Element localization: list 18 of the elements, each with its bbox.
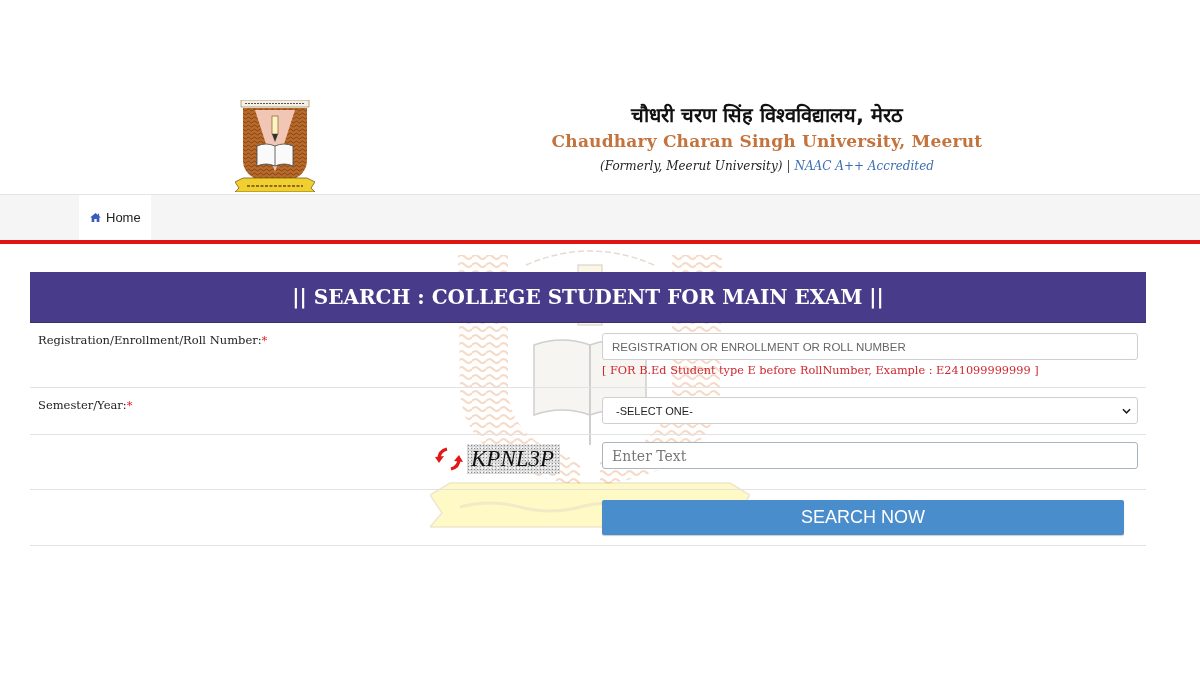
field-label: Semester/Year:*: [38, 397, 133, 412]
refresh-icon[interactable]: [435, 446, 463, 472]
home-nav-link[interactable]: Home: [79, 195, 151, 240]
former-name-text: (Formerly, Meerut University): [600, 158, 783, 175]
semester-select[interactable]: -SELECT ONE-: [602, 397, 1138, 424]
hint-text: [ FOR B.Ed Student type E before RollNumber, Example : E241099999999 ]: [602, 364, 1039, 377]
separator-text: |: [786, 158, 791, 175]
accreditation-text: NAAC A++ Accredited: [794, 158, 934, 175]
captcha-field[interactable]: Enter Text: [602, 442, 1138, 469]
chevron-down-icon: [1122, 407, 1131, 414]
search-button[interactable]: SEARCH NOW: [602, 500, 1124, 535]
roll-number-field[interactable]: REGISTRATION OR ENROLLMENT OR ROLL NUMBER: [602, 333, 1138, 360]
captcha-text: KPNL3P: [467, 444, 560, 474]
university-name: Chaudhary Charan Singh University, Meerut: [551, 130, 983, 153]
hindi-title: चौधरी चरण सिंह विश्वविद्यालय, मेरठ: [631, 102, 903, 128]
form-title-bar: || SEARCH : COLLEGE STUDENT FOR MAIN EXAM ||: [30, 272, 1146, 323]
home-icon: [90, 213, 101, 222]
field-label: Registration/Enrollment/Roll Number:*: [38, 333, 268, 347]
